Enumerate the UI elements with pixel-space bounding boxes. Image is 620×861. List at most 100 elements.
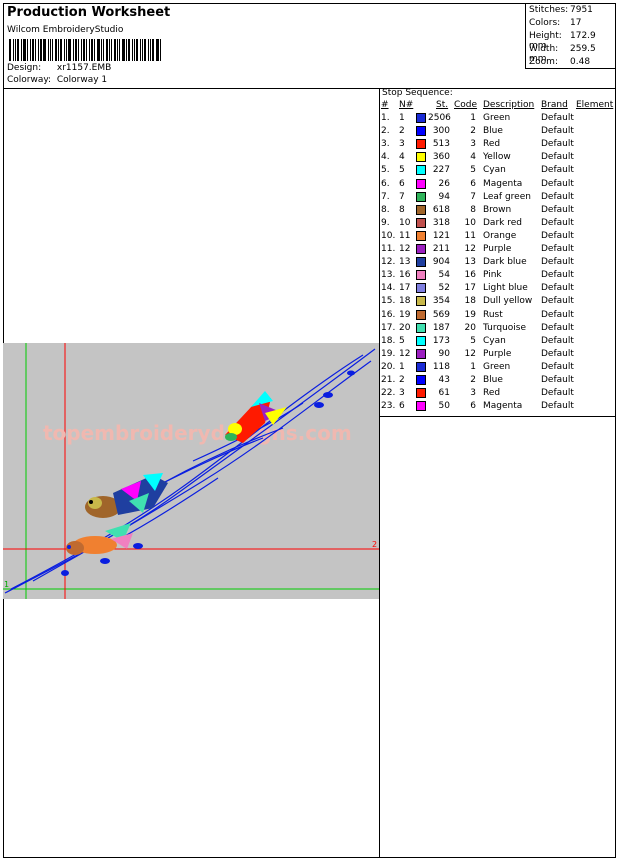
barcode-bar xyxy=(60,39,62,61)
row-description: Red xyxy=(483,139,501,150)
stop-sequence-row: 19. 12 90 12 Purple Default xyxy=(380,348,616,362)
barcode-bar xyxy=(30,39,31,61)
barcode-bar xyxy=(66,39,67,61)
row-code: 10 xyxy=(464,217,476,228)
row-n: 4 xyxy=(399,152,405,163)
barcode-bar xyxy=(40,39,42,61)
row-brand: Default xyxy=(541,165,574,176)
row-brand: Default xyxy=(541,126,574,137)
stop-sequence-row: 18. 5 173 5 Cyan Default xyxy=(380,335,616,349)
row-brand: Default xyxy=(541,217,574,228)
row-n: 18 xyxy=(399,296,411,307)
col-description-header: Description xyxy=(483,100,535,110)
barcode-bar xyxy=(78,39,79,61)
marker-2: 2 xyxy=(372,540,377,549)
row-stitches: 618 xyxy=(432,204,450,215)
color-swatch xyxy=(416,113,426,123)
color-swatch xyxy=(416,283,426,294)
row-stitches: 360 xyxy=(432,152,450,163)
stop-sequence-row: 1. 1 2506 1 Green Default xyxy=(380,113,616,126)
barcode-bar xyxy=(48,39,49,61)
design-stats: Stitches: 7951 Colors: 17 Height: 172.9 mm Wid… xyxy=(525,3,616,69)
stop-sequence-row: 20. 1 118 1 Green Default xyxy=(380,361,616,375)
barcode-bar xyxy=(50,39,51,61)
row-code: 18 xyxy=(464,296,476,307)
barcode-bar xyxy=(122,39,125,61)
row-n: 19 xyxy=(399,309,411,320)
row-stitches: 2506 xyxy=(428,113,451,123)
row-n: 1 xyxy=(399,361,405,372)
row-brand: Default xyxy=(541,257,574,268)
barcode-bar xyxy=(101,39,102,61)
barcode-bar xyxy=(27,39,28,61)
barcode-bar xyxy=(38,39,39,61)
row-code: 12 xyxy=(464,244,476,254)
row-code: 20 xyxy=(464,322,476,333)
color-swatch xyxy=(416,152,426,163)
row-num: 12. xyxy=(381,257,396,268)
row-code: 2 xyxy=(470,375,476,385)
stop-sequence-row: 4. 4 360 4 Yellow Default xyxy=(380,152,616,165)
row-num: 15. xyxy=(381,296,396,307)
barcode-bar xyxy=(32,39,34,61)
row-num: 8. xyxy=(381,204,390,215)
row-n: 8 xyxy=(399,204,405,215)
row-description: Orange xyxy=(483,230,517,241)
row-n: 13 xyxy=(399,257,411,268)
stat-label: Height: xyxy=(529,31,562,41)
design-value: xr1157.EMB xyxy=(56,63,112,73)
col-code-header: Code xyxy=(454,100,478,110)
row-code: 1 xyxy=(470,113,476,123)
row-brand: Default xyxy=(541,388,574,399)
stop-sequence-row: 8. 8 618 8 Brown Default xyxy=(380,204,616,218)
row-brand: Default xyxy=(541,335,574,346)
row-code: 5 xyxy=(470,165,476,176)
barcode-bar xyxy=(81,39,82,61)
row-description: Purple xyxy=(483,348,512,359)
row-n: 2 xyxy=(399,126,405,137)
col-num-header: # xyxy=(381,100,389,110)
row-n: 3 xyxy=(399,388,405,399)
color-swatch xyxy=(416,401,426,412)
row-brand: Default xyxy=(541,375,574,385)
stop-sequence-row: 7. 7 94 7 Leaf green Default xyxy=(380,191,616,205)
row-brand: Default xyxy=(541,113,574,123)
barcode-bar xyxy=(15,39,16,61)
row-n: 5 xyxy=(399,165,405,176)
color-swatch xyxy=(416,388,426,399)
color-swatch xyxy=(416,217,426,228)
color-swatch xyxy=(416,335,426,346)
row-stitches: 52 xyxy=(438,283,450,294)
row-code: 5 xyxy=(470,335,476,346)
color-swatch xyxy=(416,309,426,320)
row-stitches: 26 xyxy=(438,178,450,189)
row-num: 5. xyxy=(381,165,390,176)
stat-label: Width: xyxy=(529,44,559,54)
row-brand: Default xyxy=(541,191,574,202)
row-num: 18. xyxy=(381,335,396,346)
row-description: Yellow xyxy=(483,152,511,163)
row-code: 8 xyxy=(470,204,476,215)
row-n: 7 xyxy=(399,191,405,202)
stop-sequence-header: # N# St. Code Description Brand Element xyxy=(380,100,616,113)
design-row: Design: xr1157.EMB xyxy=(7,63,111,73)
barcode-bar xyxy=(94,39,95,61)
row-brand: Default xyxy=(541,322,574,333)
duck-middle xyxy=(85,473,168,518)
duck-bottom xyxy=(66,523,133,555)
barcode-bar xyxy=(128,39,130,61)
barcode-bar xyxy=(126,39,127,61)
color-swatch xyxy=(416,375,426,385)
row-num: 4. xyxy=(381,152,390,163)
barcode-bar xyxy=(9,39,11,61)
row-code: 17 xyxy=(464,283,476,294)
barcode-bar xyxy=(144,39,146,61)
barcode-bar xyxy=(21,39,22,61)
row-code: 19 xyxy=(464,309,476,320)
barcode-bar xyxy=(140,39,141,61)
barcode-bar xyxy=(97,39,100,61)
barcode-bar xyxy=(148,39,149,61)
row-code: 3 xyxy=(470,139,476,150)
row-description: Turquoise xyxy=(483,322,527,333)
stat-row: Zoom: 0.48 xyxy=(529,57,590,67)
